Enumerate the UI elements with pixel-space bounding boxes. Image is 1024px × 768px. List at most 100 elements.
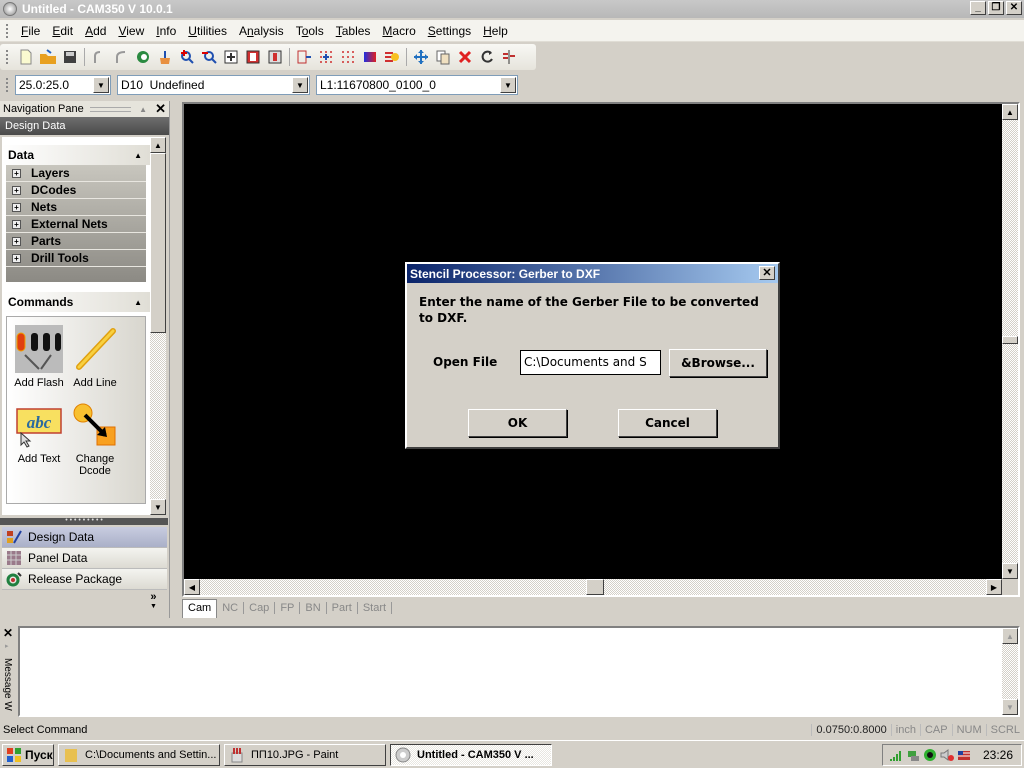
cancel-button[interactable]: Cancel: [618, 409, 717, 437]
expand-icon[interactable]: +: [12, 168, 21, 178]
browse-button[interactable]: &Browse...: [669, 349, 767, 377]
clock[interactable]: 23:26: [983, 748, 1013, 762]
new-file-icon[interactable]: [16, 47, 36, 67]
data-section-header[interactable]: Data ▲: [2, 145, 150, 165]
menu-edit[interactable]: Edit: [46, 24, 79, 38]
nav-splitter[interactable]: • • • • • • • • •: [0, 517, 168, 525]
dialog-close-button[interactable]: ✕: [759, 266, 775, 280]
menu-tools[interactable]: Tools: [290, 24, 330, 38]
close-icon[interactable]: ✕: [155, 101, 166, 117]
expand-icon[interactable]: +: [12, 253, 21, 263]
scroll-thumb[interactable]: [586, 579, 604, 595]
data-item-nets[interactable]: + Nets: [6, 199, 146, 216]
zoom-previous-icon[interactable]: [265, 47, 285, 67]
scroll-up-icon[interactable]: ▲: [1002, 104, 1018, 120]
expand-icon[interactable]: +: [12, 219, 21, 229]
menu-view[interactable]: View: [112, 24, 150, 38]
rotate-icon[interactable]: [477, 47, 497, 67]
volume-muted-icon[interactable]: [940, 748, 954, 762]
save-icon[interactable]: [60, 47, 80, 67]
menu-help[interactable]: Help: [477, 24, 514, 38]
grip-handle[interactable]: [6, 78, 9, 92]
chevron-down-icon[interactable]: ▼: [500, 77, 516, 93]
open-file-input[interactable]: C:\Documents and S: [520, 350, 661, 375]
scroll-up-icon[interactable]: ▲: [150, 137, 166, 153]
scroll-down-icon[interactable]: ▼: [150, 499, 166, 515]
scroll-thumb[interactable]: [150, 153, 166, 333]
more-buttons-icon[interactable]: » ▼: [150, 592, 157, 611]
open-folder-icon[interactable]: [38, 47, 58, 67]
collapse-icon[interactable]: ▲: [134, 298, 142, 307]
message-output[interactable]: ▲ ▼: [18, 626, 1020, 717]
nav-button-design-data[interactable]: Design Data: [2, 527, 167, 548]
scroll-down-icon[interactable]: ▼: [1002, 563, 1018, 579]
mirror-icon[interactable]: [499, 47, 519, 67]
grid-dense-icon[interactable]: [338, 47, 358, 67]
expand-icon[interactable]: +: [12, 185, 21, 195]
language-flag-icon[interactable]: [957, 748, 971, 762]
tab-nc[interactable]: NC: [217, 602, 245, 614]
menu-analysis[interactable]: Analysis: [233, 24, 290, 38]
zoom-in-icon[interactable]: [177, 47, 197, 67]
grid-select[interactable]: 25.0:25.0 ▼: [15, 75, 111, 95]
zoom-all-icon[interactable]: [243, 47, 263, 67]
scroll-thumb[interactable]: [1002, 336, 1018, 344]
nav-scrollbar[interactable]: ▲ ▼: [150, 137, 166, 515]
redo-icon[interactable]: [111, 47, 131, 67]
nav-button-panel-data[interactable]: Panel Data: [2, 548, 167, 569]
pin-icon[interactable]: ▲: [139, 105, 147, 114]
grip-handle[interactable]: [6, 50, 9, 64]
menu-info[interactable]: Info: [150, 24, 182, 38]
menu-settings[interactable]: Settings: [422, 24, 477, 38]
zoom-window-icon[interactable]: [221, 47, 241, 67]
collapse-icon[interactable]: ▲: [134, 151, 142, 160]
network-icon[interactable]: [906, 748, 920, 762]
tab-cam[interactable]: Cam: [182, 598, 218, 618]
expand-icon[interactable]: +: [12, 236, 21, 246]
task-cam350[interactable]: Untitled - CAM350 V ...: [390, 743, 552, 766]
horizontal-scrollbar[interactable]: ◀ ▶: [184, 579, 1002, 595]
dcode-select[interactable]: D10 Undefined ▼: [117, 75, 310, 95]
tab-part[interactable]: Part: [327, 602, 358, 614]
commands-section-header[interactable]: Commands ▲: [2, 292, 150, 312]
color-layers-icon[interactable]: [360, 47, 380, 67]
close-icon[interactable]: ✕: [3, 626, 13, 640]
change-dcode-command[interactable]: Change Dcode: [67, 401, 123, 477]
tab-start[interactable]: Start: [358, 602, 393, 614]
start-button[interactable]: Пуск: [2, 743, 54, 766]
add-flash-command[interactable]: Add Flash: [11, 325, 67, 389]
scroll-left-icon[interactable]: ◀: [184, 579, 200, 595]
data-item-drill-tools[interactable]: + Drill Tools: [6, 250, 146, 267]
menu-utilities[interactable]: Utilities: [182, 24, 233, 38]
menu-macro[interactable]: Macro: [376, 24, 421, 38]
add-text-command[interactable]: abc Add Text: [11, 401, 67, 465]
message-scrollbar[interactable]: ▲ ▼: [1002, 628, 1018, 715]
expand-icon[interactable]: +: [12, 202, 21, 212]
chevron-down-icon[interactable]: ▼: [292, 77, 308, 93]
close-button[interactable]: ✕: [1006, 1, 1022, 15]
data-item-layers[interactable]: + Layers: [6, 165, 146, 182]
chevron-down-icon[interactable]: ▼: [93, 77, 109, 93]
flash-lines-icon[interactable]: [382, 47, 402, 67]
task-explorer[interactable]: C:\Documents and Settin...: [58, 743, 220, 766]
vertical-scrollbar[interactable]: ▲ ▼: [1002, 104, 1018, 579]
erase-icon[interactable]: [155, 47, 175, 67]
menu-add[interactable]: Add: [79, 24, 112, 38]
undo-icon[interactable]: [89, 47, 109, 67]
menu-file[interactable]: File: [15, 24, 46, 38]
layer-select[interactable]: L1:11670800_0100_0 ▼: [316, 75, 518, 95]
tab-fp[interactable]: FP: [275, 602, 301, 614]
tab-bn[interactable]: BN: [300, 602, 327, 614]
dialog-title-bar[interactable]: Stencil Processor: Gerber to DXF ✕: [407, 264, 778, 283]
data-item-parts[interactable]: + Parts: [6, 233, 146, 250]
snap-toggle-icon[interactable]: [294, 47, 314, 67]
signal-icon[interactable]: [889, 748, 903, 762]
copy-icon[interactable]: [433, 47, 453, 67]
data-item-dcodes[interactable]: + DCodes: [6, 182, 146, 199]
ok-button[interactable]: OK: [468, 409, 567, 437]
scroll-down-icon[interactable]: ▼: [1002, 699, 1018, 715]
nav-button-release-package[interactable]: Release Package: [2, 569, 167, 590]
minimize-button[interactable]: _: [970, 1, 986, 15]
task-paint[interactable]: ПП10.JPG - Paint: [224, 743, 386, 766]
data-item-external-nets[interactable]: + External Nets: [6, 216, 146, 233]
